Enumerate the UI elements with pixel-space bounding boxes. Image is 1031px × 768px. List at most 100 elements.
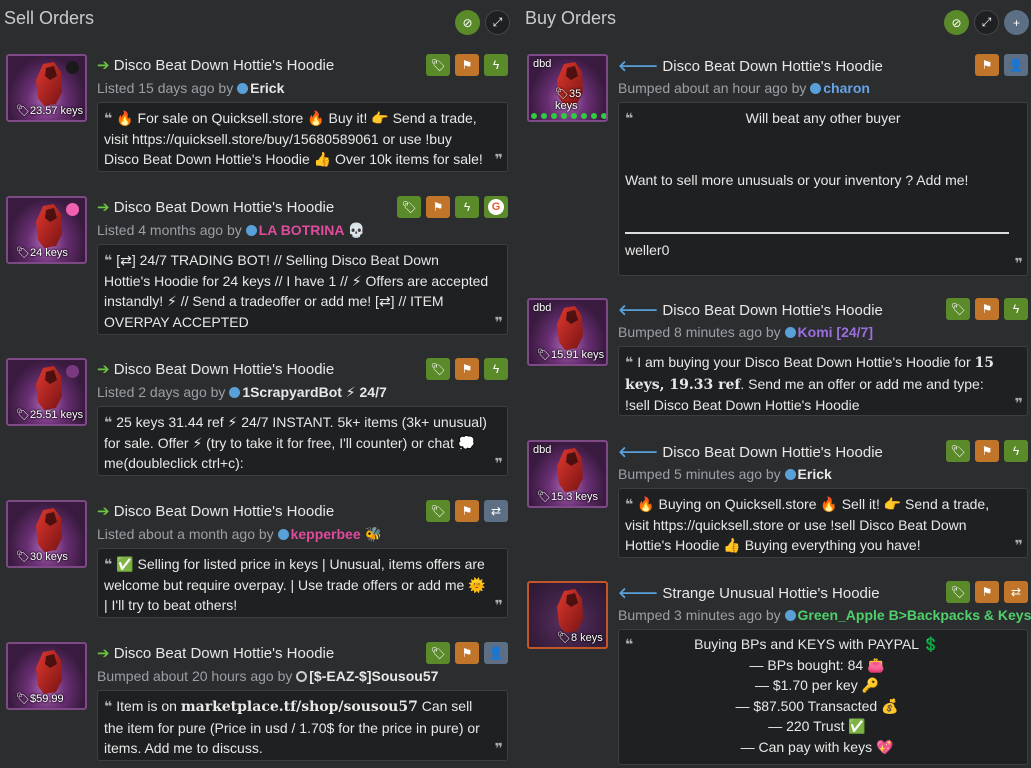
trade-offer-button[interactable]: ⇄ xyxy=(484,500,508,522)
add-friend-button[interactable]: 👤 xyxy=(484,642,508,664)
paint-dot xyxy=(66,61,79,74)
trade-offer-button[interactable]: ⇄ xyxy=(1004,581,1028,603)
hide-buy-orders-button[interactable]: ⊘ xyxy=(944,10,969,35)
user-link[interactable]: 1ScrapyardBot ⚡ 24/7 xyxy=(242,384,386,400)
user-link[interactable]: [$-EAZ-$]Sousou57 xyxy=(309,668,438,684)
listing-comment: ❝ [⇄] 24/7 TRADING BOT! // Selling Disco … xyxy=(97,244,508,335)
quote-close-icon: ❞ xyxy=(494,150,503,167)
sell-listing: 🏷30 keys ➔ Disco Beat Down Hottie's Hood… xyxy=(6,500,514,626)
price-tag-button[interactable]: 🏷 xyxy=(426,54,450,76)
user-link[interactable]: Green_Apple B>Backpacks & Keys xyxy=(798,607,1031,623)
instant-trade-button[interactable]: ϟ xyxy=(1004,440,1028,462)
quote-open-icon: ❝ xyxy=(104,414,113,430)
item-icon[interactable]: dbd 🏷15.91 keys xyxy=(527,298,608,366)
listing-meta: Listed about a month ago by kepperbee 🐝 xyxy=(97,526,382,542)
report-button[interactable]: ⚑ xyxy=(975,298,999,320)
price-tag: 🏷8 keys xyxy=(557,632,603,644)
flag-icon: ⚑ xyxy=(981,58,993,72)
quote-open-icon: ❝ xyxy=(625,636,634,652)
listing-meta: Bumped 5 minutes ago by Erick xyxy=(618,466,832,482)
price-tag-button[interactable]: 🏷 xyxy=(397,196,421,218)
hoodie-icon xyxy=(34,650,64,694)
quote-open-icon: ❝ xyxy=(625,354,634,370)
expand-buy-orders-button[interactable]: ⤢ xyxy=(974,10,999,35)
report-button[interactable]: ⚑ xyxy=(426,196,450,218)
price-tag-button[interactable]: 🏷 xyxy=(946,581,970,603)
item-title[interactable]: ➔ Disco Beat Down Hottie's Hoodie xyxy=(97,502,334,520)
price-tag-button[interactable]: 🏷 xyxy=(426,500,450,522)
item-icon[interactable]: 🏷24 keys xyxy=(6,196,87,264)
user-link[interactable]: LA BOTRINA 💀 xyxy=(259,222,366,238)
listing-comment: ❝ Will beat any other buyer Want to sell … xyxy=(618,102,1028,276)
buy-listing: dbd 🏷15.3 keys 🡐 Disco Beat Down Hottie'… xyxy=(527,440,1030,566)
report-button[interactable]: ⚑ xyxy=(975,581,999,603)
listing-meta: Bumped about an hour ago by charon xyxy=(618,80,870,96)
price-tag-button[interactable]: 🏷 xyxy=(946,440,970,462)
item-icon[interactable]: 🏷23.57 keys xyxy=(6,54,87,122)
sell-orders-header: Sell Orders ⊘ ⤢ xyxy=(0,0,514,40)
price-tag: 🏷24 keys xyxy=(16,247,68,259)
item-title[interactable]: 🡐 Disco Beat Down Hottie's Hoodie xyxy=(618,300,883,319)
expand-sell-orders-button[interactable]: ⤢ xyxy=(485,10,510,35)
hoodie-icon xyxy=(555,589,585,633)
price-tag-icon: 🏷 xyxy=(401,200,417,214)
price-tag-button[interactable]: 🏷 xyxy=(946,298,970,320)
item-icon[interactable]: 🏷30 keys xyxy=(6,500,87,568)
item-title[interactable]: ➔ Disco Beat Down Hottie's Hoodie xyxy=(97,56,334,74)
item-icon[interactable]: dbd 🏷15.3 keys xyxy=(527,440,608,508)
sell-orders-column: Sell Orders ⊘ ⤢ 🏷23.57 keys ➔ Disco Beat… xyxy=(0,0,514,768)
user-link[interactable]: charon xyxy=(823,80,870,96)
flag-icon: ⚑ xyxy=(981,444,993,458)
item-icon[interactable]: 🏷8 keys xyxy=(527,581,608,649)
sell-arrow-icon: ➔ xyxy=(97,503,110,520)
plus-icon: + xyxy=(1012,15,1020,30)
item-title[interactable]: 🡐 Disco Beat Down Hottie's Hoodie xyxy=(618,442,883,461)
add-friend-icon: 👤 xyxy=(488,646,504,660)
g-logo-icon: G xyxy=(488,199,504,215)
item-title[interactable]: 🡐 Disco Beat Down Hottie's Hoodie xyxy=(618,56,883,75)
instant-trade-button[interactable]: ϟ xyxy=(1004,298,1028,320)
item-title[interactable]: ➔ Disco Beat Down Hottie's Hoodie xyxy=(97,644,334,662)
hoodie-icon xyxy=(34,204,64,248)
marketplace-link[interactable]: marketplace.tf/shop/sousou57 xyxy=(181,699,418,715)
report-button[interactable]: ⚑ xyxy=(455,358,479,380)
user-link[interactable]: Erick xyxy=(798,466,832,482)
buy-orders-column: Buy Orders ⊘ ⤢ + dbd 🏷35 keys 🡐 Disco Be… xyxy=(519,0,1031,768)
report-button[interactable]: ⚑ xyxy=(455,500,479,522)
instant-trade-button[interactable]: ϟ xyxy=(484,358,508,380)
listing-comment: ❝ 25 keys 31.44 ref ⚡ 24/7 INSTANT. 5k+ i… xyxy=(97,406,508,476)
item-title[interactable]: ➔ Disco Beat Down Hottie's Hoodie xyxy=(97,360,334,378)
sell-arrow-icon: ➔ xyxy=(97,361,110,378)
price-tag: 🏷15.91 keys xyxy=(537,349,605,361)
price-tag: 🏷23.57 keys xyxy=(16,105,84,117)
user-link[interactable]: kepperbee 🐝 xyxy=(291,526,382,542)
report-button[interactable]: ⚑ xyxy=(455,642,479,664)
price-tag-button[interactable]: 🏷 xyxy=(426,358,450,380)
sell-listing: 🏷25.51 keys ➔ Disco Beat Down Hottie's H… xyxy=(6,358,514,484)
user-link[interactable]: Erick xyxy=(250,80,284,96)
item-icon[interactable]: 🏷$59.99 xyxy=(6,642,87,710)
listing-comment: ❝ 🔥 For sale on Quicksell.store 🔥 Buy it!… xyxy=(97,102,508,172)
quote-close-icon: ❞ xyxy=(1014,536,1023,553)
user-link[interactable]: Komi [24/7] xyxy=(798,324,873,340)
report-button[interactable]: ⚑ xyxy=(975,440,999,462)
item-title[interactable]: 🡐 Strange Unusual Hottie's Hoodie xyxy=(618,583,880,602)
add-friend-button[interactable]: 👤 xyxy=(1004,54,1028,76)
instant-trade-button[interactable]: ϟ xyxy=(484,54,508,76)
report-button[interactable]: ⚑ xyxy=(975,54,999,76)
online-status-icon xyxy=(229,387,241,398)
add-buy-order-button[interactable]: + xyxy=(1004,10,1029,35)
expand-icon: ⤢ xyxy=(981,15,992,29)
g-button[interactable]: G xyxy=(484,196,508,218)
listing-meta: Listed 4 months ago by LA BOTRINA 💀 xyxy=(97,222,366,238)
quote-open-icon: ❝ xyxy=(625,496,634,512)
quote-close-icon: ❞ xyxy=(1014,394,1023,411)
hide-sell-orders-button[interactable]: ⊘ xyxy=(455,10,480,35)
instant-trade-button[interactable]: ϟ xyxy=(455,196,479,218)
quote-close-icon: ❞ xyxy=(1014,254,1023,271)
item-icon[interactable]: 🏷25.51 keys xyxy=(6,358,87,426)
price-tag-button[interactable]: 🏷 xyxy=(426,642,450,664)
item-icon[interactable]: dbd 🏷35 keys xyxy=(527,54,608,122)
item-title[interactable]: ➔ Disco Beat Down Hottie's Hoodie xyxy=(97,198,334,216)
report-button[interactable]: ⚑ xyxy=(455,54,479,76)
